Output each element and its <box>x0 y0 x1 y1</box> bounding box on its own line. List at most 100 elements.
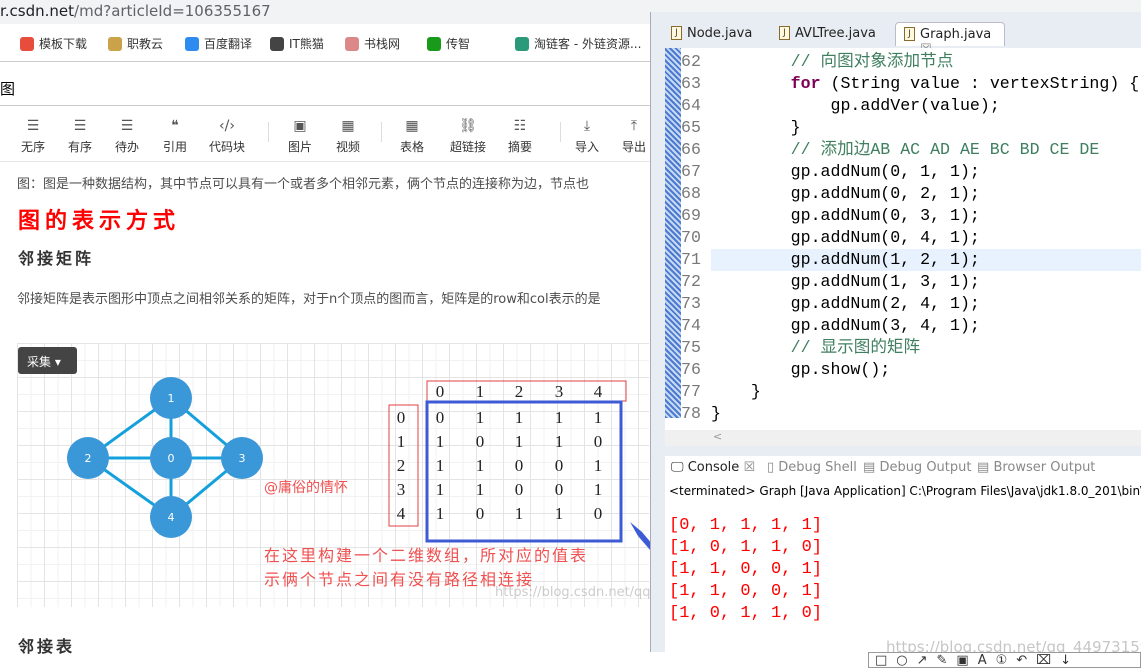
matrix-cell: 1 <box>436 456 445 475</box>
line-number: 70 <box>681 228 701 247</box>
matrix-cell: 0 <box>555 480 564 499</box>
row-label: 2 <box>397 456 406 475</box>
code-line: // 向图对象添加节点 <box>711 52 954 71</box>
debug-output-icon: ▤ <box>863 460 876 475</box>
node-label: 4 <box>168 511 175 524</box>
line-number: 78 <box>681 404 701 423</box>
watermark: https://blog.csdn.net/qq_ <box>495 585 650 600</box>
row-label: 3 <box>397 480 406 499</box>
console-view: 🖵 Console ☒ ▯ Debug Shell ▤ Debug Output… <box>665 456 1141 652</box>
matrix-cell: 1 <box>594 408 603 427</box>
java-file-icon: J <box>904 27 915 41</box>
code-line: } <box>711 404 721 423</box>
debug-shell-icon: ▯ <box>767 460 775 475</box>
code-line: gp.addNum(1, 3, 1); <box>711 272 980 291</box>
code-line: // 添加边AB AC AD AE BC BD CE DE <box>711 140 1100 159</box>
signature: @庸俗的情怀 <box>264 479 348 496</box>
code-line: gp.addNum(0, 2, 1); <box>711 184 980 203</box>
matrix-cell: 1 <box>436 480 445 499</box>
line-number: 71 <box>681 250 701 269</box>
change-ruler <box>665 48 681 418</box>
line-number: 73 <box>681 294 701 313</box>
tab-browser-output[interactable]: ▤ Browser Output <box>977 460 1095 475</box>
column-label: 2 <box>515 382 524 401</box>
line-number: 63 <box>681 74 701 93</box>
code-line: gp.addNum(1, 2, 1); <box>711 249 1141 271</box>
line-number: 67 <box>681 162 701 181</box>
matrix-cell: 0 <box>476 504 485 523</box>
console-output-line: [1, 1, 0, 0, 1] <box>669 582 823 601</box>
matrix-cell: 1 <box>476 408 485 427</box>
matrix-cell: 1 <box>476 480 485 499</box>
row-label: 0 <box>397 408 406 427</box>
matrix-cell: 0 <box>476 432 485 451</box>
line-number: 76 <box>681 360 701 379</box>
code-editor[interactable]: 62 // 向图对象添加节点 63 for (String value : ver… <box>665 48 1141 446</box>
browser-output-icon: ▤ <box>977 460 990 475</box>
matrix-cell: 1 <box>555 504 564 523</box>
code-line: gp.addNum(0, 4, 1); <box>711 228 980 247</box>
matrix-cell: 1 <box>436 432 445 451</box>
matrix-cell: 1 <box>555 408 564 427</box>
matrix-box <box>425 400 623 543</box>
tab-debug-shell[interactable]: ▯ Debug Shell <box>767 460 857 475</box>
graph-figure: 1 2 0 3 4 0 1 2 3 4 0 0 1 1 1 1 1 1 0 1 1 0 2 1 1 0 0 1 3 1 1 0 0 1 4 1 0 1 1… <box>67 377 650 600</box>
code-line: gp.show(); <box>711 360 891 379</box>
matrix-cell: 0 <box>436 408 445 427</box>
code-line: } <box>711 118 801 137</box>
line-number: 74 <box>681 316 701 335</box>
arrow-icon <box>630 522 650 550</box>
column-label: 3 <box>555 382 564 401</box>
node-label: 0 <box>168 452 175 465</box>
column-label: 4 <box>594 382 603 401</box>
code-line: // 显示图的矩阵 <box>711 338 921 357</box>
matrix-cell: 1 <box>594 480 603 499</box>
node-label: 2 <box>85 452 92 465</box>
tab-debug-output[interactable]: ▤ Debug Output <box>863 460 971 475</box>
row-label: 1 <box>397 432 406 451</box>
console-output-line: [1, 0, 1, 1, 0] <box>669 604 823 623</box>
java-file-icon: J <box>779 26 790 40</box>
node-label: 3 <box>239 452 246 465</box>
code-line: for (String value : vertexString) { <box>790 74 1140 93</box>
column-label: 0 <box>436 382 445 401</box>
console-icon: 🖵 <box>671 460 684 475</box>
matrix-cell: 1 <box>555 432 564 451</box>
editor-scrollbar[interactable]: < <box>665 430 1141 446</box>
collect-button[interactable]: 采集 ▾ <box>18 347 77 374</box>
matrix-cell: 1 <box>436 504 445 523</box>
line-number: 66 <box>681 140 701 159</box>
matrix-cell: 0 <box>515 480 524 499</box>
matrix-cell: 1 <box>515 432 524 451</box>
code-line: } <box>711 382 761 401</box>
java-file-icon: J <box>671 26 682 40</box>
code-line: gp.addNum(3, 4, 1); <box>711 316 980 335</box>
matrix-cell: 0 <box>594 504 603 523</box>
code-line: gp.addNum(2, 4, 1); <box>711 294 980 313</box>
code-line: gp.addNum(0, 3, 1); <box>711 206 980 225</box>
line-number: 64 <box>681 96 701 115</box>
matrix-cell: 0 <box>515 456 524 475</box>
matrix-cell: 1 <box>515 408 524 427</box>
line-number: 65 <box>681 118 701 137</box>
matrix-cell: 1 <box>594 456 603 475</box>
column-label: 1 <box>476 382 485 401</box>
console-output-line: [0, 1, 1, 1, 1] <box>669 516 823 535</box>
tab-console[interactable]: 🖵 Console ☒ <box>671 460 755 475</box>
row-label: 4 <box>397 504 406 523</box>
tab-graph-java[interactable]: JGraph.java ☒ <box>895 22 1005 57</box>
matrix-cell: 1 <box>476 456 485 475</box>
tab-node-java[interactable]: J Node.java <box>663 22 773 46</box>
console-output-line: [1, 1, 0, 0, 1] <box>669 560 823 579</box>
note-line-1: 在这里构建一个二维数组，所对应的值表 <box>264 546 588 565</box>
line-number: 69 <box>681 206 701 225</box>
tab-avltree-java[interactable]: J AVLTree.java <box>771 22 891 46</box>
line-number: 72 <box>681 272 701 291</box>
subheading-adjacency-list: 邻接表 <box>18 637 76 656</box>
node-label: 1 <box>168 392 175 405</box>
line-number: 75 <box>681 338 701 357</box>
console-output-line: [1, 0, 1, 1, 0] <box>669 538 823 557</box>
eclipse-window: JNode.java JAVLTree.java JGraph.java ☒ 6… <box>650 12 1141 652</box>
matrix-cell: 1 <box>515 504 524 523</box>
screenshot-toolbar[interactable]: □○↗✎▣A①↶⌧↓ <box>868 652 1141 668</box>
